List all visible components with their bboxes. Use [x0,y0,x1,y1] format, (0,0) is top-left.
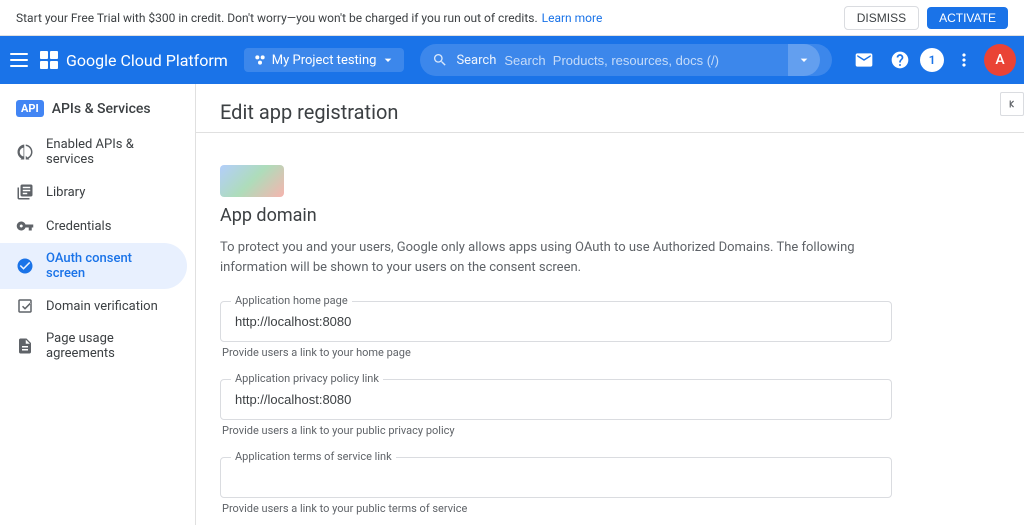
help-icon-button[interactable] [884,44,916,76]
project-icon [252,52,268,68]
search-input[interactable] [504,53,780,68]
header-nav: Google Cloud Platform My Project testing… [0,36,1024,84]
library-icon [16,183,34,201]
sidebar-header: API APIs & Services [0,92,195,129]
collapse-panel-button[interactable] [1000,92,1024,116]
search-dropdown-button[interactable] [788,44,820,76]
tos-input[interactable] [221,458,891,497]
header-actions: 1 A [848,44,1016,76]
page-header: Edit app registration [196,84,1024,133]
sidebar-item-oauth-label: OAuth consent screen [46,251,171,281]
tos-label: Application terms of service link [231,450,396,463]
help-circle-icon [890,50,910,70]
collapse-icon [1005,97,1019,111]
app-body: API APIs & Services Enabled APIs & servi… [0,84,1024,525]
privacy-policy-input[interactable] [221,380,891,419]
home-page-hint: Provide users a link to your home page [220,346,892,359]
learn-more-link[interactable]: Learn more [542,11,603,25]
oauth-logo-area [220,157,892,205]
sidebar-title: APIs & Services [52,101,151,117]
search-icon [432,52,448,68]
privacy-policy-wrapper: Application privacy policy link [220,379,892,420]
sidebar-item-domain-label: Domain verification [46,299,158,314]
app-name: Google Cloud Platform [66,51,228,70]
project-selector[interactable]: My Project testing [244,48,405,72]
email-icon-button[interactable] [848,44,880,76]
chevron-down-icon [380,52,396,68]
home-page-field: Application home page Provide users a li… [220,301,892,359]
top-banner: Start your Free Trial with $300 in credi… [0,0,1024,36]
privacy-policy-field: Application privacy policy link Provide … [220,379,892,437]
apps-grid-icon[interactable] [40,51,58,69]
tos-wrapper: Application terms of service link [220,457,892,498]
banner-text-area: Start your Free Trial with $300 in credi… [16,11,602,25]
api-badge: API [16,100,44,117]
credentials-icon [16,217,34,235]
search-label: Search [456,53,496,68]
project-label: My Project testing [272,53,377,68]
app-logo: Google Cloud Platform [66,51,228,70]
domain-icon [16,297,34,315]
oauth-icon [16,257,34,275]
sidebar-item-library-label: Library [46,185,85,200]
sidebar-item-page-usage-label: Page usage agreements [46,331,171,361]
notification-count: 1 [929,53,936,67]
sidebar-item-enabled-label: Enabled APIs & services [46,137,171,167]
tos-hint: Provide users a link to your public term… [220,502,892,515]
notification-badge[interactable]: 1 [920,48,944,72]
avatar-initial: A [995,52,1004,68]
main-content: Edit app registration App domain To prot… [196,84,1024,525]
user-avatar[interactable]: A [984,44,1016,76]
content-area: App domain To protect you and your users… [196,133,916,525]
dismiss-button[interactable]: DISMISS [844,6,919,30]
activate-button[interactable]: ACTIVATE [927,7,1008,29]
sidebar-item-domain[interactable]: Domain verification [0,289,187,323]
sidebar-item-credentials-label: Credentials [46,219,111,234]
banner-text: Start your Free Trial with $300 in credi… [16,11,538,25]
menu-icon[interactable] [8,48,32,72]
sidebar-item-oauth[interactable]: OAuth consent screen [0,243,187,289]
more-vert-icon [954,50,974,70]
email-icon [854,50,874,70]
page-title: Edit app registration [220,100,1000,124]
search-bar: Search [420,44,832,76]
sidebar-item-enabled[interactable]: Enabled APIs & services [0,129,187,175]
home-page-label: Application home page [231,294,352,307]
sidebar-item-credentials[interactable]: Credentials [0,209,187,243]
enabled-apis-icon [16,143,34,161]
banner-actions: DISMISS ACTIVATE [844,6,1008,30]
privacy-policy-label: Application privacy policy link [231,372,383,385]
home-page-input[interactable] [221,302,891,341]
app-domain-description: To protect you and your users, Google on… [220,238,892,277]
sidebar-item-library[interactable]: Library [0,175,187,209]
oauth-logo [220,165,284,197]
tos-field: Application terms of service link Provid… [220,457,892,515]
privacy-policy-hint: Provide users a link to your public priv… [220,424,892,437]
sidebar: API APIs & Services Enabled APIs & servi… [0,84,196,525]
sidebar-item-page-usage[interactable]: Page usage agreements [0,323,187,369]
app-domain-title: App domain [220,205,892,226]
home-page-wrapper: Application home page [220,301,892,342]
more-options-button[interactable] [948,44,980,76]
page-usage-icon [16,337,34,355]
search-expand-icon [796,52,812,68]
